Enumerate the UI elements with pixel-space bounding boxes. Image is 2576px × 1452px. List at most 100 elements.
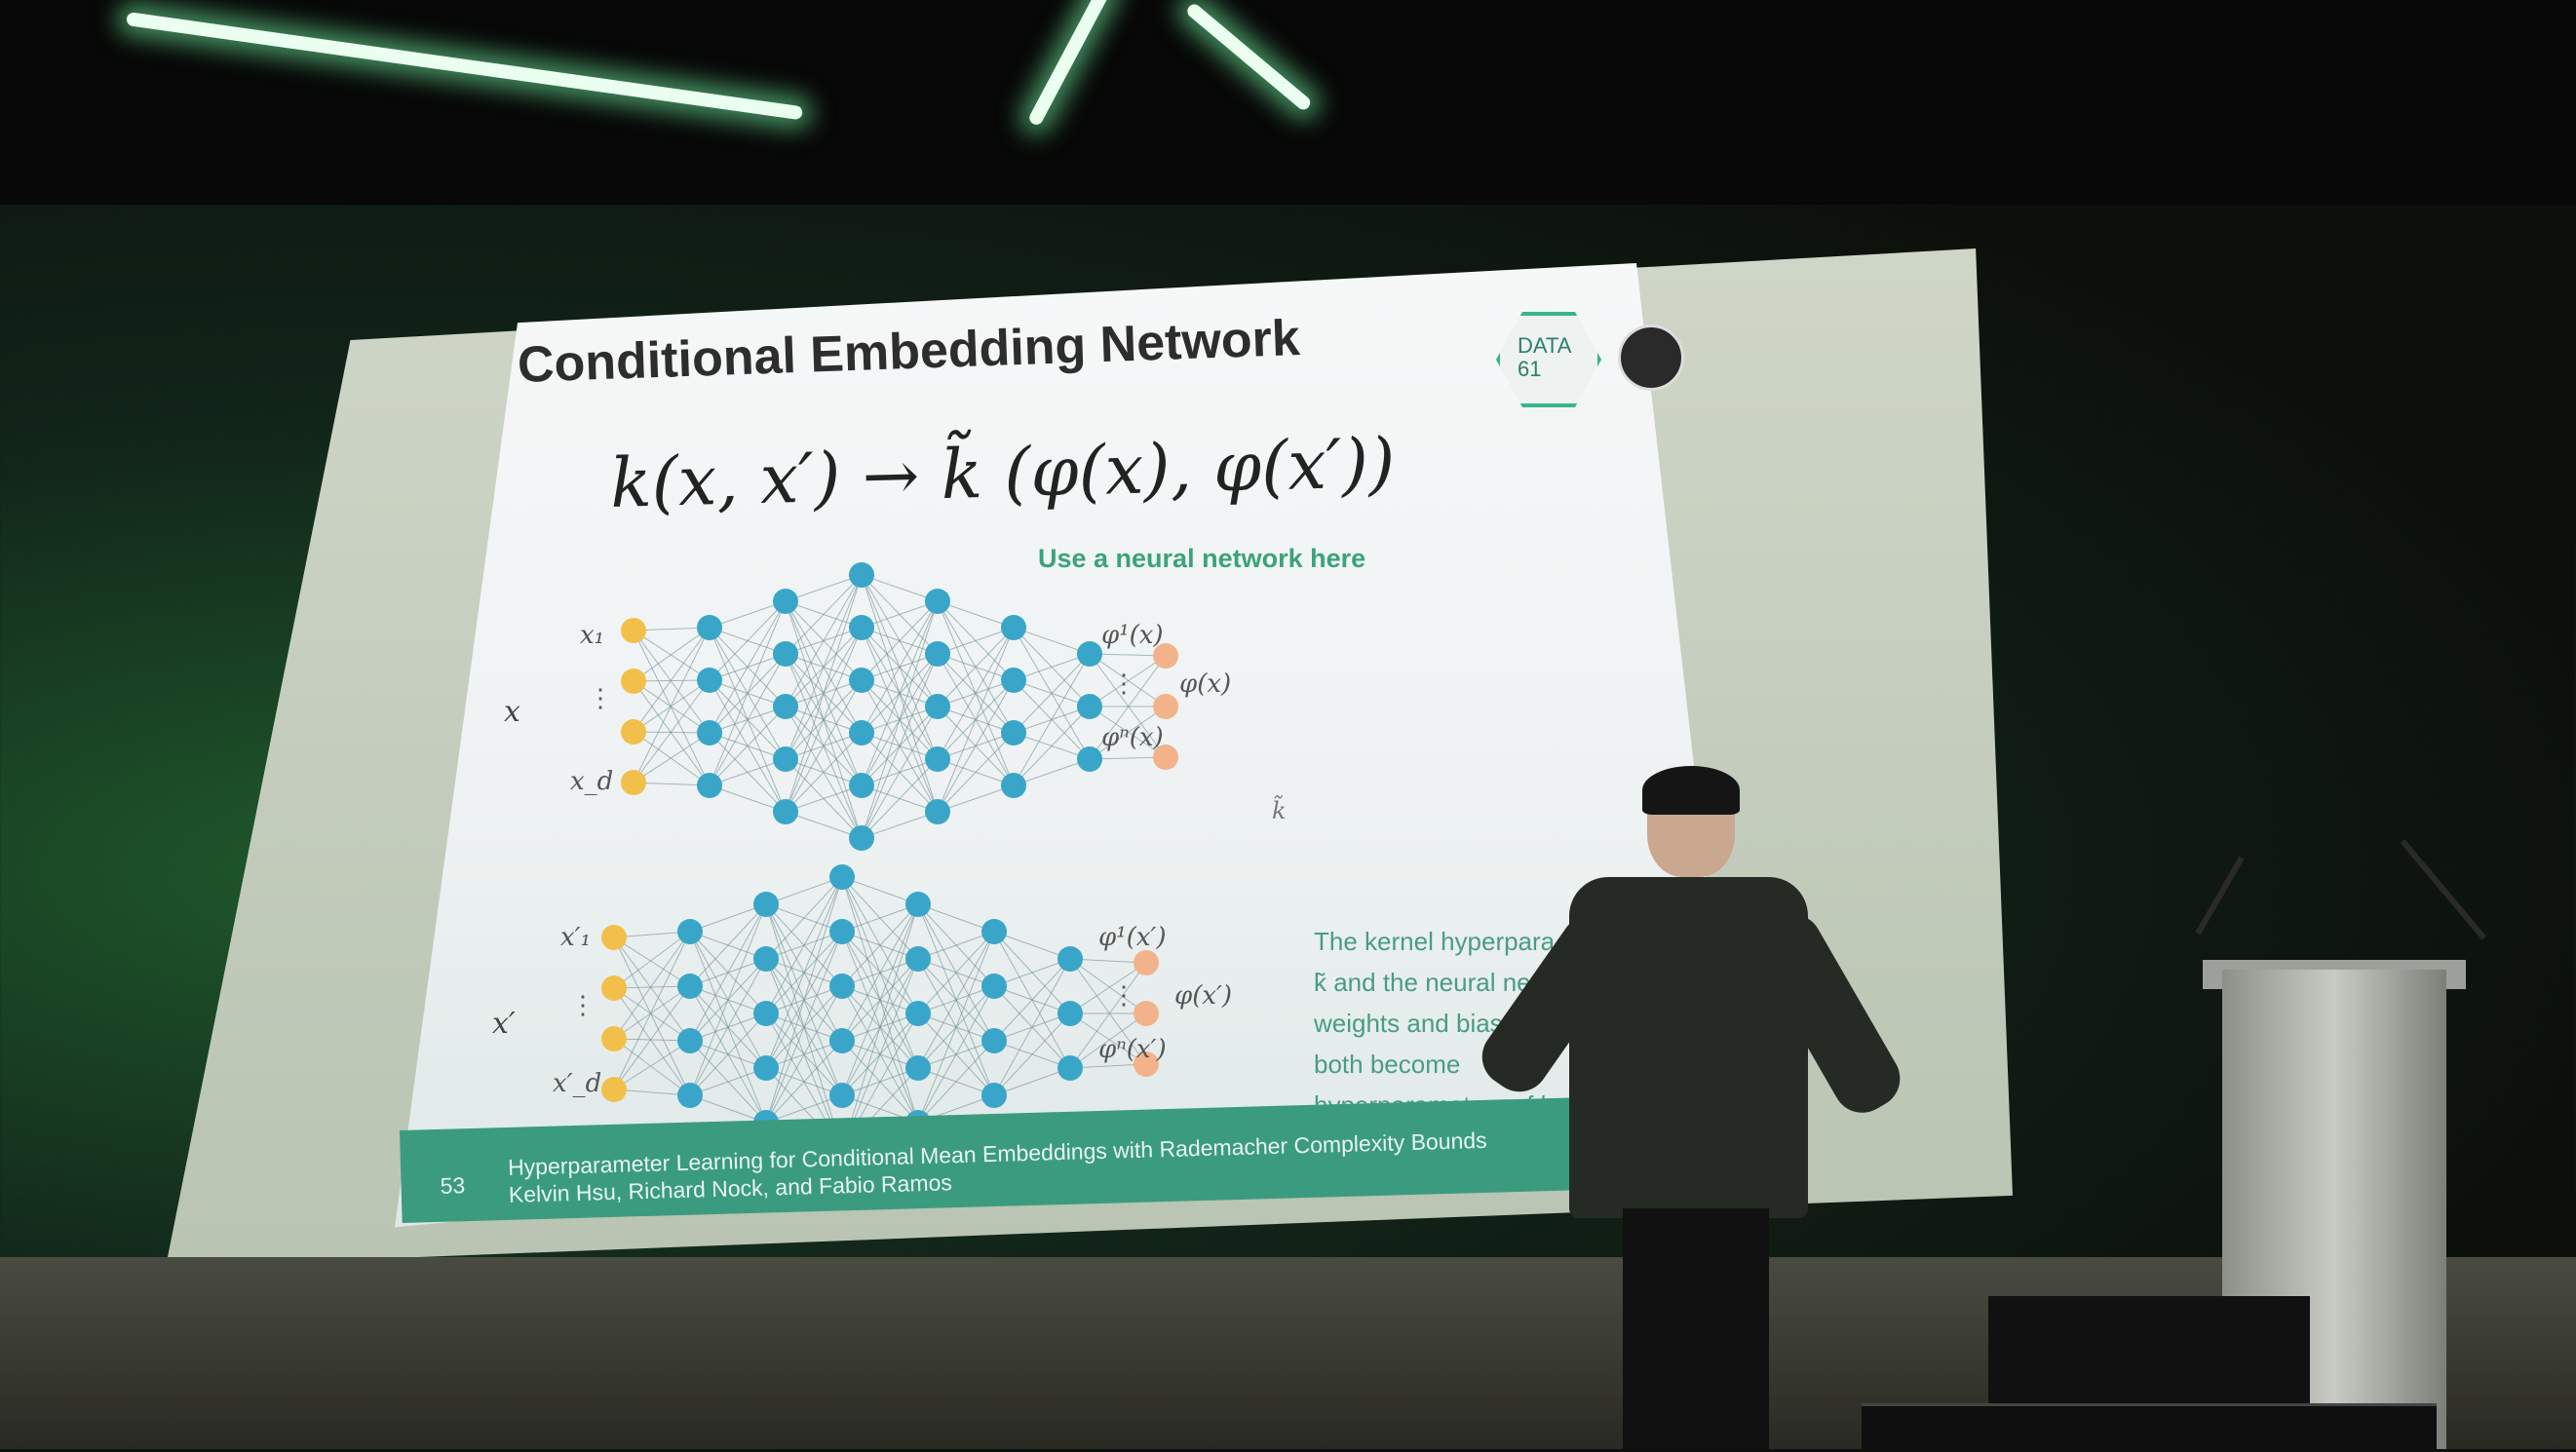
bottom-output-group-label: φ(x′) xyxy=(1174,981,1232,1011)
bottom-input-label-1: x′₁ xyxy=(560,923,591,952)
network-node xyxy=(773,799,798,824)
network-node xyxy=(1001,668,1026,693)
network-node xyxy=(773,641,798,667)
network-edge xyxy=(861,600,939,839)
network-edge xyxy=(765,1040,843,1124)
network-edge xyxy=(613,931,691,1090)
network-edge xyxy=(1013,706,1091,786)
network-node xyxy=(621,719,646,745)
network-edge xyxy=(917,985,995,1124)
network-node xyxy=(1001,615,1026,640)
top-input-label-2: ⋮ xyxy=(588,684,613,713)
bottom-input-label-2: ⋮ xyxy=(570,991,596,1020)
network-edge xyxy=(633,630,711,786)
top-input-label-1: x₁ xyxy=(580,621,604,650)
network-node xyxy=(925,641,950,667)
network-node xyxy=(1134,950,1159,975)
network-node xyxy=(1057,1055,1083,1081)
network-node xyxy=(829,919,855,944)
network-node xyxy=(925,746,950,772)
top-input-label-3: x_d xyxy=(570,767,613,796)
network-edge xyxy=(861,758,939,839)
network-edge xyxy=(709,600,787,734)
network-edge xyxy=(785,574,863,707)
network-node xyxy=(601,925,627,950)
network-edge xyxy=(917,1040,995,1124)
microphone xyxy=(2400,839,2486,940)
network-node xyxy=(925,799,950,824)
network-node xyxy=(677,919,703,944)
network-node xyxy=(1077,746,1102,772)
top-output-label-3: φⁿ(x) xyxy=(1101,723,1164,752)
network-edge xyxy=(765,876,843,1124)
footer-title: Hyperparameter Learning for Conditional … xyxy=(507,1127,1487,1180)
network-edge xyxy=(785,732,863,813)
bottom-output-label-1: φ¹(x′) xyxy=(1098,923,1166,952)
network-edge xyxy=(785,574,863,655)
kernel-label: k̃ xyxy=(1272,794,1287,824)
network-node xyxy=(773,694,798,719)
network-node xyxy=(849,720,874,745)
presenter-hair xyxy=(1642,766,1740,815)
network-node xyxy=(697,720,722,745)
network-node xyxy=(621,618,646,643)
network-edge xyxy=(861,706,939,839)
network-node xyxy=(905,892,931,917)
network-node xyxy=(753,1001,779,1026)
network-edge xyxy=(937,679,1015,813)
network-node xyxy=(981,919,1007,944)
network-node xyxy=(773,589,798,614)
network-node xyxy=(1001,773,1026,798)
network-edge xyxy=(689,958,767,1096)
network-node xyxy=(1134,1001,1159,1026)
network-node xyxy=(621,770,646,795)
network-edge xyxy=(765,876,843,960)
network-edge xyxy=(937,627,1015,760)
ceiling xyxy=(0,0,2576,205)
network-node xyxy=(981,1083,1007,1108)
presenter-legs xyxy=(1623,1208,1769,1449)
network-edge xyxy=(785,574,863,813)
network-node xyxy=(601,975,627,1001)
neural-network-diagram: x x₁ ⋮ x_d φ¹(x) ⋮ φⁿ(x) φ(x) k̃ x′ x′₁ … xyxy=(492,562,1287,1150)
network-node xyxy=(925,589,950,614)
network-edge xyxy=(765,985,843,1124)
network-node xyxy=(753,946,779,972)
network-node xyxy=(829,864,855,890)
network-node xyxy=(677,1028,703,1053)
network-edge xyxy=(1013,653,1091,734)
network-node xyxy=(905,1001,931,1026)
network-node xyxy=(981,1028,1007,1053)
network-node xyxy=(677,974,703,999)
network-node xyxy=(753,1055,779,1081)
network-edge xyxy=(613,936,691,1096)
network-node xyxy=(621,669,646,694)
network-edge xyxy=(937,627,1015,707)
top-output-group-label: φ(x) xyxy=(1179,669,1231,699)
network-edge xyxy=(765,876,843,1014)
presenter-body xyxy=(1569,877,1808,1218)
network-node xyxy=(981,974,1007,999)
network-node xyxy=(697,615,722,640)
bottom-output-label-2: ⋮ xyxy=(1111,981,1136,1011)
network-node xyxy=(601,1077,627,1102)
network-node xyxy=(601,1026,627,1051)
top-group-label: x xyxy=(504,695,520,729)
network-edge xyxy=(841,903,919,987)
network-node xyxy=(1057,1001,1083,1026)
network-node xyxy=(849,825,874,851)
network-edge xyxy=(861,600,939,681)
network-node xyxy=(1057,946,1083,972)
network-node xyxy=(829,974,855,999)
network-edge xyxy=(689,903,767,987)
network-node xyxy=(697,773,722,798)
network-edge xyxy=(709,600,787,681)
network-node xyxy=(677,1083,703,1108)
network-node xyxy=(925,694,950,719)
network-edge xyxy=(709,653,787,786)
network-edge xyxy=(841,903,919,1150)
network-node xyxy=(1153,694,1178,719)
network-edge xyxy=(1013,653,1091,786)
network-edge xyxy=(709,706,787,786)
network-edge xyxy=(785,679,863,813)
